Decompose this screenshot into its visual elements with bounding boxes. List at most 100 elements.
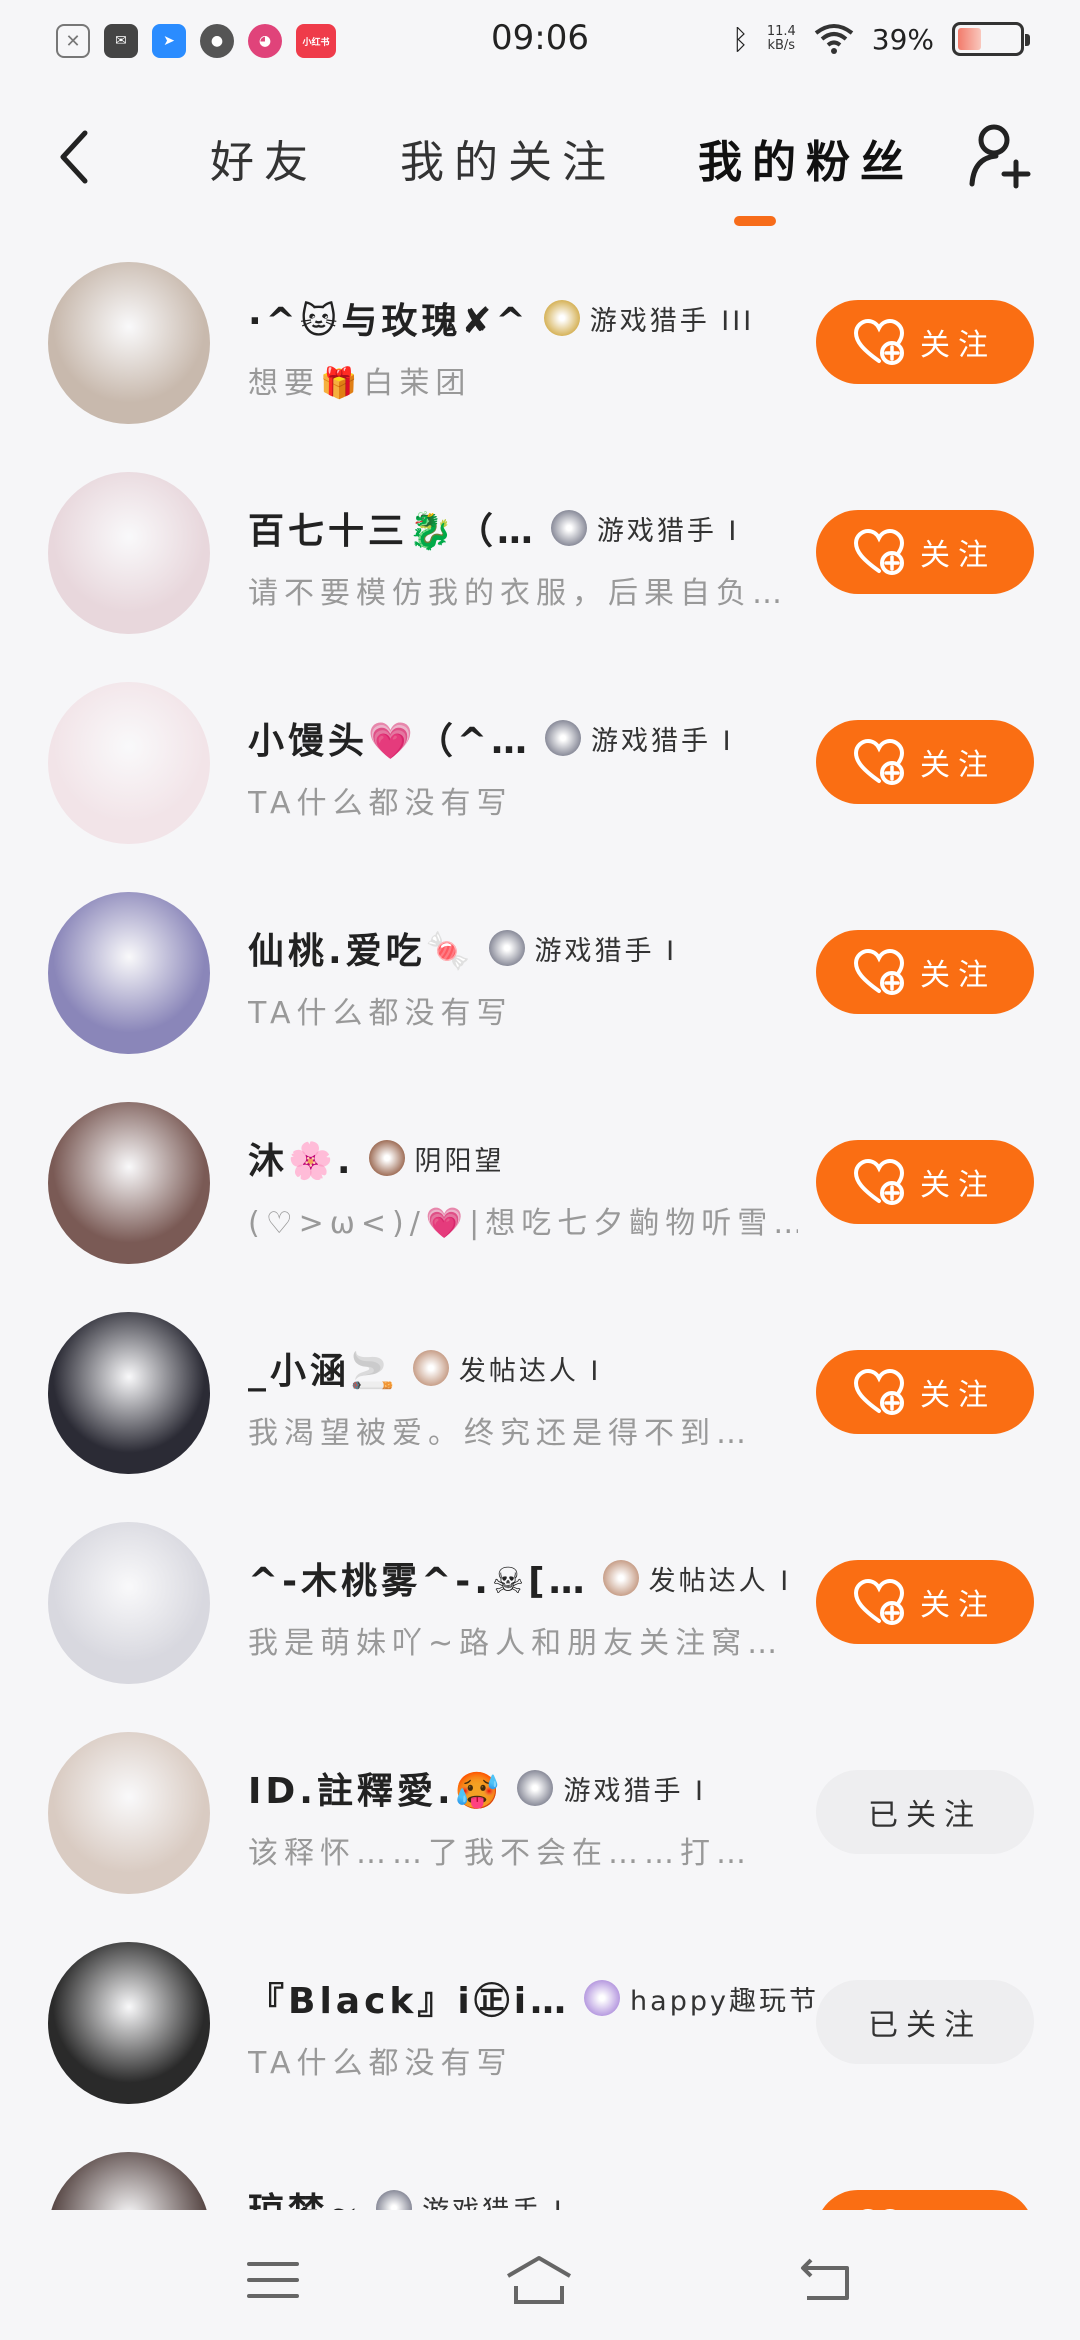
- badge-label: 阴阳望: [414, 1145, 505, 1177]
- net-speed-unit: kB/s: [767, 38, 796, 53]
- follow-button-label: 已关注: [868, 2008, 982, 2043]
- name-line: 仙桃.爱吃🍬 游戏猎手 I: [248, 922, 677, 974]
- fan-row[interactable]: 百七十三🐉（… 游戏猎手 I 请不要模仿我的衣服，后果自负… 关注: [0, 470, 1080, 680]
- fan-row[interactable]: 小馒头💗（^… 游戏猎手 I TA什么都没有写 关注: [0, 680, 1080, 890]
- badge-medal-icon: [376, 2190, 413, 2210]
- user-badge: 游戏猎手 III: [543, 299, 755, 338]
- nickname[interactable]: ^-木桃雾^-.☠[…: [248, 1552, 589, 1604]
- header: 好友 我的关注 我的粉丝: [0, 100, 1080, 230]
- badge-medal-icon: [545, 720, 581, 756]
- add-user-icon: [969, 124, 1031, 189]
- follow-button[interactable]: 关注: [816, 1140, 1034, 1224]
- user-badge: 阴阳望: [368, 1139, 505, 1178]
- name-line: 『Black』i㊣i… happy趣玩节: [248, 1972, 819, 2024]
- user-bio: 请不要模仿我的衣服，后果自负…: [248, 576, 788, 611]
- nickname[interactable]: 小馒头💗（^…: [248, 712, 531, 764]
- user-bio: 我渴望被爱。终究还是得不到…: [248, 1416, 752, 1451]
- fan-row[interactable]: 『Black』i㊣i… happy趣玩节 TA什么都没有写 已关注: [0, 1940, 1080, 2150]
- avatar[interactable]: [48, 1312, 210, 1474]
- fan-row[interactable]: ·^🐱与玫瑰✘^ 游戏猎手 III 想要🎁白茉团 关注: [0, 260, 1080, 470]
- tab-fans[interactable]: 我的粉丝: [698, 126, 914, 196]
- nickname[interactable]: 琼梦~: [248, 2182, 362, 2210]
- heart-plus-icon: [854, 739, 904, 785]
- avatar[interactable]: [48, 682, 210, 844]
- follow-button[interactable]: 关注: [816, 2190, 1034, 2210]
- badge-medal-icon: [584, 1980, 621, 2016]
- follow-button[interactable]: 关注: [816, 510, 1034, 594]
- nickname[interactable]: 『Black』i㊣i…: [248, 1972, 570, 2024]
- tab-friends[interactable]: 好友: [210, 126, 318, 196]
- user-bio: 想要🎁白茉团: [248, 366, 472, 401]
- user-badge: 发帖达人 I: [412, 1349, 602, 1388]
- fan-row[interactable]: ID.註釋愛.🥵 游戏猎手 I 该释怀……了我不会在……打… 已关注: [0, 1730, 1080, 1940]
- name-line: ID.註釋愛.🥵 游戏猎手 I: [248, 1762, 706, 1814]
- badge-label: happy趣玩节: [630, 1985, 819, 2017]
- avatar[interactable]: [48, 1522, 210, 1684]
- bluetooth-icon: ᛒ: [732, 22, 749, 56]
- home-button[interactable]: [504, 2250, 574, 2310]
- follow-button[interactable]: 关注: [816, 1560, 1034, 1644]
- avatar[interactable]: [48, 1732, 210, 1894]
- nickname[interactable]: 仙桃.爱吃🍬: [248, 922, 475, 974]
- wifi-icon: [814, 24, 853, 54]
- nickname[interactable]: 沐🌸.: [248, 1132, 355, 1184]
- follow-button-label: 关注: [920, 1378, 996, 1413]
- badge-label: 游戏猎手 I: [563, 1775, 707, 1807]
- nickname[interactable]: ·^🐱与玫瑰✘^: [248, 292, 530, 344]
- follow-button[interactable]: 关注: [816, 1350, 1034, 1434]
- avatar[interactable]: [48, 1102, 210, 1264]
- badge-medal-icon: [517, 1770, 554, 1806]
- fan-row[interactable]: ^-木桃雾^-.☠[… 发帖达人 I 我是萌妹吖~路人和朋友关注窝… 关注: [0, 1520, 1080, 1730]
- home-icon: [506, 2256, 572, 2304]
- menu-button[interactable]: [238, 2250, 308, 2310]
- tab-following[interactable]: 我的关注: [400, 126, 616, 196]
- badge-label: 游戏猎手 III: [589, 305, 755, 337]
- user-bio: TA什么都没有写: [248, 2046, 513, 2081]
- follow-button[interactable]: 关注: [816, 930, 1034, 1014]
- name-line: 琼梦~ 游戏猎手 I: [248, 2182, 565, 2210]
- nickname[interactable]: 百七十三🐉（…: [248, 502, 537, 554]
- fan-row[interactable]: 沐🌸. 阴阳望 (♡>ω<)/💗|想吃七夕齣物听雪… 关注: [0, 1100, 1080, 1310]
- avatar[interactable]: [48, 472, 210, 634]
- back-nav-button[interactable]: [790, 2250, 860, 2310]
- fan-row[interactable]: 琼梦~ 游戏猎手 I 关注: [0, 2150, 1080, 2210]
- follow-button-label: 关注: [920, 328, 996, 363]
- heart-plus-icon: [854, 529, 904, 575]
- badge-medal-icon: [368, 1140, 405, 1176]
- badge-label: 游戏猎手 I: [534, 935, 678, 967]
- add-friend-button[interactable]: [966, 120, 1038, 192]
- name-line: 沐🌸. 阴阳望: [248, 1132, 505, 1184]
- name-line: _小涵🚬 发帖达人 I: [248, 1342, 601, 1394]
- nickname[interactable]: _小涵🚬: [248, 1342, 399, 1394]
- active-tab-indicator: [734, 216, 776, 226]
- followed-button[interactable]: 已关注: [816, 1980, 1034, 2064]
- avatar[interactable]: [48, 1942, 210, 2104]
- follow-button-label: 关注: [920, 538, 996, 573]
- nickname[interactable]: ID.註釋愛.🥵: [248, 1762, 503, 1814]
- fan-row[interactable]: 仙桃.爱吃🍬 游戏猎手 I TA什么都没有写 关注: [0, 890, 1080, 1100]
- avatar[interactable]: [48, 262, 210, 424]
- badge-label: 游戏猎手 I: [422, 2189, 565, 2211]
- follow-button[interactable]: 关注: [816, 300, 1034, 384]
- badge-medal-icon: [550, 510, 587, 546]
- badge-label: 游戏猎手 I: [596, 515, 740, 547]
- heart-plus-icon: [854, 1159, 904, 1205]
- follow-button-label: 关注: [920, 958, 996, 993]
- fan-row[interactable]: _小涵🚬 发帖达人 I 我渴望被爱。终究还是得不到… 关注: [0, 1310, 1080, 1520]
- chevron-left-icon: [60, 130, 88, 184]
- follow-button[interactable]: 关注: [816, 720, 1034, 804]
- avatar[interactable]: [48, 2152, 210, 2210]
- user-badge: 游戏猎手 I: [545, 719, 734, 758]
- net-speed: 11.4 kB/s: [767, 25, 796, 53]
- status-bar: ✕ ✉ ➤ ● ◕ 小红书 09:06 ᛒ 11.4 kB/s 39%: [0, 0, 1080, 80]
- badge-label: 游戏猎手 I: [591, 725, 734, 757]
- heart-plus-icon: [854, 1579, 904, 1625]
- system-indicators: ᛒ 11.4 kB/s 39%: [732, 22, 1030, 56]
- followed-button[interactable]: 已关注: [816, 1770, 1034, 1854]
- heart-plus-icon: [854, 319, 904, 365]
- name-line: 百七十三🐉（… 游戏猎手 I: [248, 502, 739, 554]
- badge-medal-icon: [602, 1560, 639, 1596]
- fan-list: ·^🐱与玫瑰✘^ 游戏猎手 III 想要🎁白茉团 关注 百七十三🐉（… 游戏猎手 I 请不要…: [0, 260, 1080, 2210]
- avatar[interactable]: [48, 892, 210, 1054]
- back-button[interactable]: [44, 122, 104, 192]
